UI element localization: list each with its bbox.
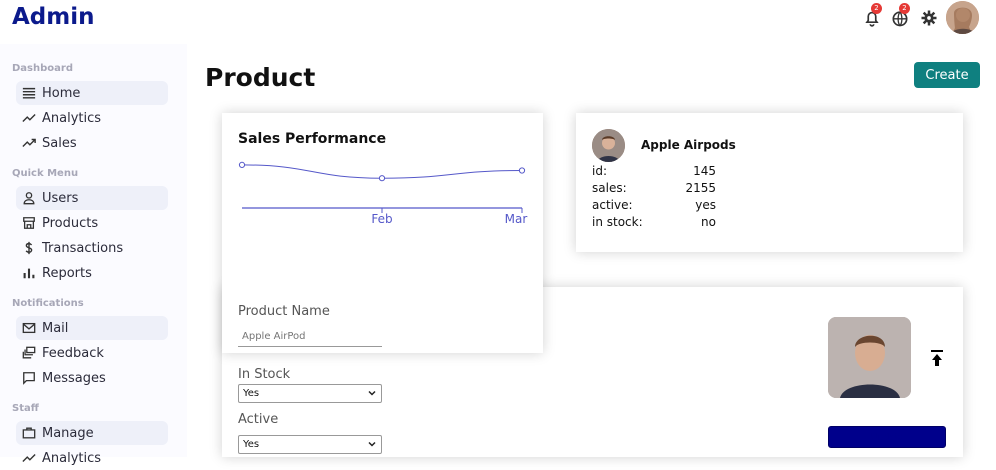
sidebar-item-staff-analytics[interactable]: Analytics bbox=[16, 446, 168, 470]
chevron-down-icon bbox=[368, 390, 376, 396]
sidebar-item-label: Reports bbox=[42, 265, 92, 281]
product-name-label: Product Name bbox=[238, 304, 330, 319]
sidebar-item-label: Analytics bbox=[42, 110, 102, 126]
product-info-card: Apple Airpods id: 145 sales: 2155 active… bbox=[576, 113, 963, 252]
list-icon bbox=[22, 87, 36, 99]
sidebar-item-messages[interactable]: Messages bbox=[16, 366, 168, 390]
chart-title: Sales Performance bbox=[238, 131, 387, 147]
sidebar-item-label: Products bbox=[42, 215, 99, 231]
data-point[interactable] bbox=[518, 167, 526, 174]
sidebar-item-label: Feedback bbox=[42, 345, 104, 361]
trending-up-icon bbox=[22, 454, 36, 462]
mail-icon bbox=[22, 322, 36, 334]
product-name-input[interactable] bbox=[238, 327, 382, 347]
page-title: Product bbox=[205, 63, 316, 92]
sidebar-item-transactions[interactable]: Transactions bbox=[16, 236, 168, 260]
user-avatar[interactable] bbox=[946, 1, 979, 34]
sidebar-item-label: Sales bbox=[42, 135, 77, 151]
language-badge: 2 bbox=[899, 3, 910, 14]
select-value: Yes bbox=[243, 439, 260, 450]
in-stock-select[interactable]: Yes bbox=[238, 384, 382, 403]
section-title-dashboard: Dashboard bbox=[12, 63, 73, 74]
sidebar-item-mail[interactable]: Mail bbox=[16, 316, 168, 340]
upload-icon[interactable] bbox=[928, 349, 946, 367]
sidebar-item-label: Analytics bbox=[42, 450, 102, 466]
sidebar-item-label: Messages bbox=[42, 370, 106, 386]
dynamic-feed-icon bbox=[22, 346, 36, 359]
sidebar: Dashboard Home Analytics Sales Quick Men… bbox=[0, 44, 187, 466]
sidebar-item-manage[interactable]: Manage bbox=[16, 421, 168, 445]
dollar-icon bbox=[25, 241, 33, 255]
bar-chart-icon bbox=[23, 268, 35, 279]
sidebar-item-reports[interactable]: Reports bbox=[16, 261, 168, 285]
sidebar-item-label: Manage bbox=[42, 425, 94, 441]
active-select[interactable]: Yes bbox=[238, 435, 382, 454]
sidebar-item-analytics[interactable]: Analytics bbox=[16, 106, 168, 130]
product-image bbox=[828, 317, 911, 398]
sidebar-item-users[interactable]: Users bbox=[16, 186, 168, 210]
storefront-icon bbox=[23, 217, 35, 229]
create-button[interactable]: Create bbox=[914, 62, 980, 88]
section-title-quick-menu: Quick Menu bbox=[12, 168, 79, 179]
sidebar-item-sales[interactable]: Sales bbox=[16, 131, 168, 155]
info-value: 2155 bbox=[685, 181, 716, 195]
info-value: yes bbox=[695, 198, 716, 212]
sidebar-item-home[interactable]: Home bbox=[16, 81, 168, 105]
product-name: Apple Airpods bbox=[641, 138, 736, 152]
x-tick-label: Feb bbox=[371, 212, 392, 226]
info-value: no bbox=[701, 215, 716, 229]
sales-performance-chart-card: Sales Performance Feb Mar Product Name bbox=[222, 113, 543, 353]
data-point[interactable] bbox=[238, 161, 246, 168]
chevron-down-icon bbox=[368, 441, 376, 447]
select-value: Yes bbox=[243, 388, 260, 399]
section-title-staff: Staff bbox=[12, 403, 39, 414]
info-key: active: bbox=[592, 198, 633, 212]
sidebar-item-label: Mail bbox=[42, 320, 69, 336]
briefcase-icon bbox=[22, 427, 36, 439]
sidebar-item-feedback[interactable]: Feedback bbox=[16, 341, 168, 365]
section-title-notifications: Notifications bbox=[12, 298, 84, 309]
user-icon bbox=[23, 192, 35, 205]
sidebar-item-label: Users bbox=[42, 190, 79, 206]
app-logo[interactable]: Admin bbox=[12, 4, 95, 30]
in-stock-label: In Stock bbox=[238, 367, 291, 382]
chat-bubble-icon bbox=[23, 372, 35, 385]
info-value: 145 bbox=[693, 164, 716, 178]
gear-icon[interactable] bbox=[919, 8, 939, 28]
sidebar-item-label: Home bbox=[42, 85, 81, 101]
notification-badge: 2 bbox=[871, 3, 882, 14]
product-avatar bbox=[592, 129, 625, 162]
data-point[interactable] bbox=[378, 175, 386, 182]
trending-up-icon bbox=[22, 138, 36, 147]
sidebar-item-label: Transactions bbox=[42, 240, 124, 256]
topbar: Admin 2 2 bbox=[0, 0, 996, 40]
sidebar-item-products[interactable]: Products bbox=[16, 211, 168, 235]
update-button[interactable]: Update bbox=[828, 426, 946, 448]
trending-up-icon bbox=[22, 114, 36, 122]
info-key: in stock: bbox=[592, 215, 643, 229]
active-label: Active bbox=[238, 412, 279, 427]
x-tick-label: Mar bbox=[505, 212, 528, 226]
info-key: sales: bbox=[592, 181, 627, 195]
info-key: id: bbox=[592, 164, 607, 178]
sales-performance-chart: Feb Mar bbox=[238, 161, 528, 226]
